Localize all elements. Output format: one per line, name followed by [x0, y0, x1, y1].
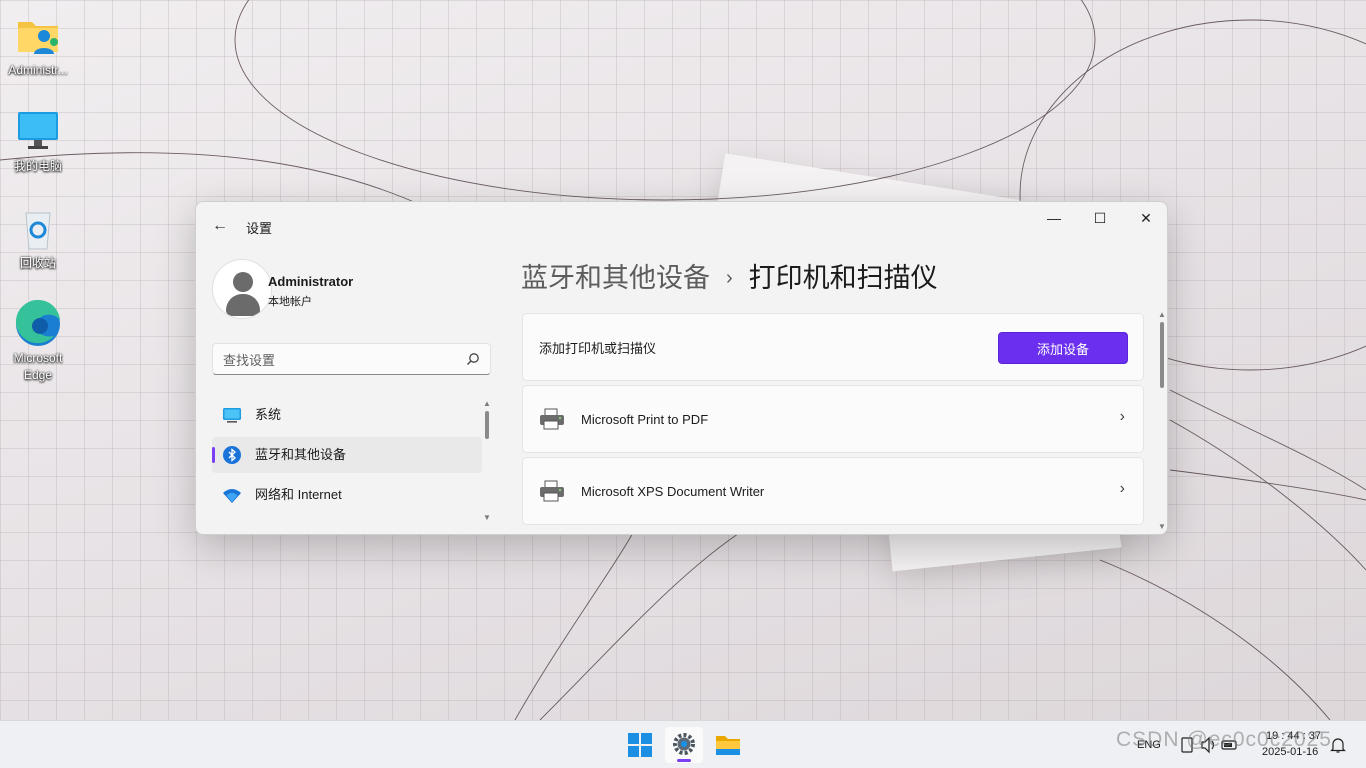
windows-logo-icon [628, 733, 652, 757]
sidebar-item-label: 蓝牙和其他设备 [255, 447, 347, 462]
sidebar-item-network[interactable]: 网络和 Internet [212, 477, 482, 513]
page-title: 打印机和扫描仪 [748, 263, 938, 293]
gear-icon [673, 733, 695, 755]
desktop-icon-label: Microsoft Edge [13, 351, 63, 382]
chevron-right-icon: › [726, 267, 733, 289]
content-scrollbar[interactable]: ▲ ▼ [1157, 310, 1167, 534]
folder-icon [716, 736, 740, 755]
scroll-down-icon[interactable]: ▼ [482, 513, 492, 523]
printer-name: Microsoft Print to PDF [581, 412, 709, 427]
add-printer-card: 添加打印机或扫描仪 添加设备 [522, 313, 1144, 381]
close-button[interactable]: ✕ [1123, 202, 1167, 234]
maximize-icon: ☐ [1093, 210, 1107, 226]
desktop-icon-administrator[interactable]: Administr... [0, 12, 76, 79]
watermark-text: CSDN @ec0c0c2025 [1116, 728, 1332, 751]
user-name: Administrator [268, 274, 354, 289]
scrollbar-thumb[interactable] [1160, 322, 1164, 388]
monitor-icon [14, 108, 62, 156]
chevron-right-icon: › [1119, 408, 1125, 425]
user-folder-icon [14, 12, 62, 60]
desktop-icon-label: Administr... [8, 63, 68, 77]
printer-icon [540, 408, 564, 430]
printer-icon [540, 480, 564, 502]
search-box [212, 343, 491, 375]
arrow-left-icon: ← [212, 217, 228, 234]
sidebar-item-label: 系统 [255, 407, 282, 422]
scrollbar-thumb[interactable] [485, 411, 489, 439]
desktop-icon-label: 我的电脑 [13, 159, 62, 173]
bluetooth-icon [223, 446, 241, 464]
breadcrumb-parent-link[interactable]: 蓝牙和其他设备 [521, 263, 710, 293]
start-button[interactable] [621, 727, 659, 763]
title-bar: ← 设置 — ☐ ✕ [196, 202, 1167, 242]
add-device-button[interactable]: 添加设备 [998, 332, 1128, 364]
add-printer-label: 添加打印机或扫描仪 [539, 341, 657, 356]
active-app-indicator [677, 759, 691, 762]
close-icon: ✕ [1140, 210, 1152, 226]
desktop-icon-label: 回收站 [19, 256, 56, 270]
sidebar-item-label: 网络和 Internet [255, 487, 342, 502]
notification-bell-icon[interactable] [1330, 736, 1346, 754]
recycle-bin-icon [14, 205, 62, 253]
edge-icon [14, 299, 62, 348]
printer-list-item[interactable]: Microsoft XPS Document Writer › [522, 457, 1144, 525]
search-input[interactable] [223, 350, 453, 370]
printer-list-item[interactable]: Microsoft Print to PDF › [522, 385, 1144, 453]
taskbar-settings-app[interactable] [665, 727, 703, 763]
app-title: 设置 [246, 221, 273, 236]
taskbar-file-explorer[interactable] [709, 727, 747, 763]
back-button[interactable]: ← [208, 214, 232, 238]
minimize-button[interactable]: — [1031, 202, 1077, 234]
minimize-icon: — [1047, 210, 1061, 226]
monitor-icon [223, 408, 241, 423]
desktop-icon-recycle-bin[interactable]: 回收站 [0, 205, 76, 272]
search-icon[interactable] [466, 352, 480, 366]
account-type: 本地帐户 [268, 296, 312, 308]
sidebar-item-bluetooth[interactable]: 蓝牙和其他设备 [212, 437, 482, 473]
desktop-icon-edge[interactable]: Microsoft Edge [0, 299, 76, 384]
breadcrumb: 蓝牙和其他设备 › 打印机和扫描仪 [521, 260, 938, 299]
sidebar-nav: 系统 蓝牙和其他设备 网络和 Internet [212, 397, 482, 527]
scroll-up-icon[interactable]: ▲ [1157, 310, 1167, 320]
avatar [212, 259, 272, 319]
scroll-up-icon[interactable]: ▲ [482, 399, 492, 409]
scroll-down-icon[interactable]: ▼ [1157, 522, 1167, 532]
sidebar-item-system[interactable]: 系统 [212, 397, 482, 433]
settings-window: ← 设置 — ☐ ✕ Administrator 本地帐户 查找设置 系统 蓝牙… [195, 201, 1168, 535]
printer-name: Microsoft XPS Document Writer [581, 484, 765, 499]
sidebar-scrollbar[interactable]: ▲ ▼ [482, 399, 492, 523]
maximize-button[interactable]: ☐ [1077, 202, 1123, 234]
wifi-icon [223, 489, 241, 503]
desktop-icon-this-pc[interactable]: 我的电脑 [0, 108, 76, 175]
chevron-right-icon: › [1119, 480, 1125, 497]
